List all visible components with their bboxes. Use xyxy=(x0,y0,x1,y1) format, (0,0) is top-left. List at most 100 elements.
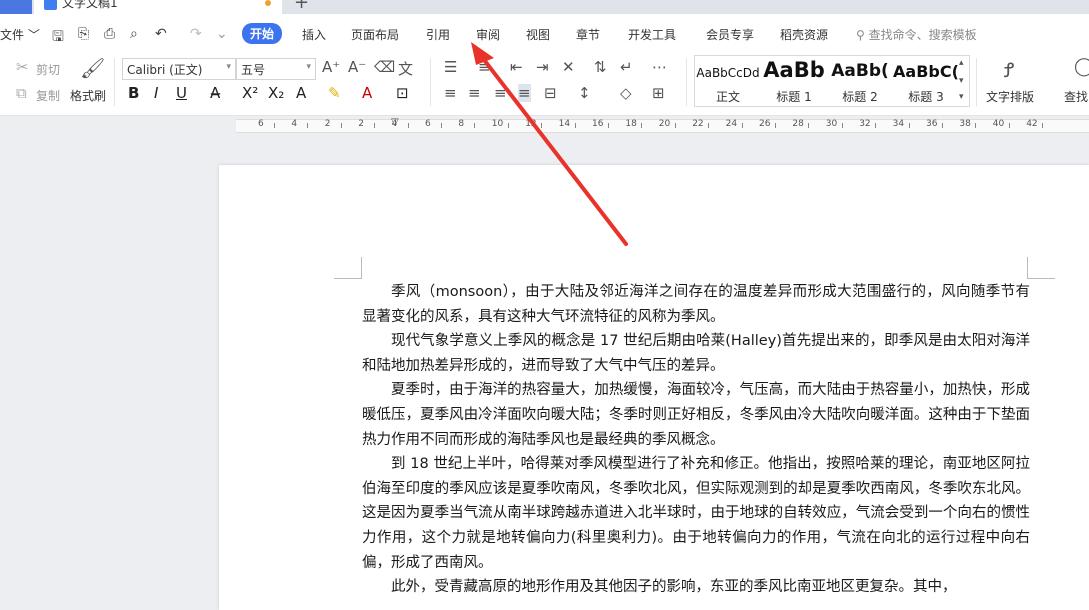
styles-gallery: AaBbCcDd 正文 AaBb 标题 1 AaBb( 标题 2 AaBbC( … xyxy=(694,55,970,107)
show-marks-icon[interactable]: ↵ xyxy=(620,58,633,76)
text-layout-button[interactable]: 文字排版 xyxy=(986,88,1034,105)
distributed-icon[interactable]: ⊟ xyxy=(544,84,557,102)
tab-review[interactable]: 审阅 xyxy=(476,26,500,43)
tab-insert[interactable]: 插入 xyxy=(302,26,326,43)
quick-access-dropdown-icon[interactable]: ⌄ xyxy=(216,26,228,42)
ruler-tick xyxy=(808,123,810,128)
clear-format-icon[interactable]: ⌫ xyxy=(374,58,395,76)
style-preview: AaBbCcDd xyxy=(696,66,760,80)
styles-scroll-down-icon[interactable]: ▾ xyxy=(959,76,964,86)
ruler-tick xyxy=(441,123,442,128)
style-label: 标题 3 xyxy=(908,90,944,104)
ruler-tick xyxy=(975,123,977,128)
styles-scroll-up-icon[interactable]: ▴ xyxy=(959,58,964,68)
ruler-label: 38 xyxy=(959,119,971,129)
font-size-value: 五号 xyxy=(241,63,266,77)
ruler-tick xyxy=(1042,123,1044,128)
ruler-tick xyxy=(775,123,776,128)
ribbon-divider xyxy=(686,58,687,106)
underline-icon[interactable]: U xyxy=(176,84,187,102)
tab-docer-resources[interactable]: 稻壳资源 xyxy=(780,26,828,43)
home-tab[interactable] xyxy=(0,0,32,14)
paragraph[interactable]: 夏季时，由于海洋的热容量大，加热缓慢，海面较冷，气压高，而大陆由于热容量小，加热… xyxy=(362,378,1030,452)
ruler-label: 2 xyxy=(358,119,364,129)
styles-more-icon[interactable]: ▾ xyxy=(959,92,964,102)
ruler-label: 36 xyxy=(926,119,938,129)
grow-font-icon[interactable]: A⁺ xyxy=(322,58,340,76)
decrease-indent-icon[interactable]: ⇤ xyxy=(510,58,523,76)
numbered-list-icon[interactable]: ≡ xyxy=(478,58,491,76)
highlight-icon[interactable]: ✎ xyxy=(328,84,341,102)
tab-section[interactable]: 章节 xyxy=(576,26,600,43)
command-search[interactable]: ⚲ 查找命令、搜索模板 xyxy=(856,26,977,43)
style-heading-3[interactable]: AaBbC( 标题 3 xyxy=(893,56,959,106)
ruler-label: 6 xyxy=(258,119,264,129)
chinese-layout-icon[interactable]: ✕ xyxy=(562,58,575,76)
tab-developer-tools[interactable]: 开发工具 xyxy=(628,26,676,43)
document-page[interactable]: 季风（monsoon），由于大陆及邻近海洋之间存在的温度差异而形成大范围盛行的，… xyxy=(219,165,1089,610)
paragraph[interactable]: 季风（monsoon），由于大陆及邻近海洋之间存在的温度差异而形成大范围盛行的，… xyxy=(362,280,1030,329)
print-preview-icon[interactable]: ⌕ xyxy=(130,26,138,42)
font-color-icon[interactable]: A xyxy=(362,84,372,102)
align-right-icon[interactable]: ≡ xyxy=(494,84,507,102)
sort-icon[interactable]: ⇅ xyxy=(594,58,607,76)
undo-icon[interactable]: ↶ xyxy=(155,26,167,42)
style-heading-2[interactable]: AaBb( 标题 2 xyxy=(827,56,893,106)
paragraph[interactable]: 现代气象学意义上季风的概念是 17 世纪后期由哈莱(Halley)首先提出来的，… xyxy=(362,329,1030,378)
borders-icon[interactable]: ⊞ xyxy=(652,84,665,102)
tab-page-layout[interactable]: 页面布局 xyxy=(351,26,399,43)
align-center-icon[interactable]: ≡ xyxy=(468,84,481,102)
save-icon[interactable]: 🖫 xyxy=(52,26,64,50)
cut-button[interactable]: 剪切 xyxy=(36,61,60,78)
style-heading-1[interactable]: AaBb 标题 1 xyxy=(761,56,827,106)
line-spacing-icon[interactable]: ↕ xyxy=(578,84,591,102)
tab-stop-icon[interactable]: ⋯ xyxy=(652,58,667,76)
subscript-icon[interactable]: X₂ xyxy=(268,84,284,102)
format-painter-button[interactable]: 格式刷 xyxy=(70,87,106,104)
ribbon-toolbar: ✂ 剪切 ⧉ 复制 🖌 格式刷 Calibri (正文) ▾ 五号 ▾ A⁺ A⁻ … xyxy=(0,52,1089,116)
font-size-select[interactable]: 五号 ▾ xyxy=(236,58,316,80)
ruler-tick xyxy=(741,123,743,128)
character-border-icon[interactable]: ⊡ xyxy=(396,84,409,102)
style-normal[interactable]: AaBbCcDd 正文 xyxy=(695,56,761,106)
shrink-font-icon[interactable]: A⁻ xyxy=(348,58,366,76)
style-label: 标题 1 xyxy=(776,90,812,104)
find-button[interactable]: 查找 xyxy=(1064,88,1088,105)
align-left-icon[interactable]: ≡ xyxy=(444,84,457,102)
bullet-list-icon[interactable]: ☰ xyxy=(444,58,457,76)
justify-icon[interactable]: ≡ xyxy=(518,84,531,102)
print-icon[interactable]: ⎙ xyxy=(104,26,115,42)
paragraph[interactable]: 此外，受青藏高原的地形作用及其他因子的影响，东亚的季风比南亚地区更复杂。其中， xyxy=(362,575,1030,600)
new-tab-plus-icon[interactable]: + xyxy=(294,0,309,13)
superscript-icon[interactable]: X² xyxy=(242,84,258,102)
ruler-label: 42 xyxy=(1026,119,1038,129)
paragraph[interactable]: 到 18 世纪上半叶，哈得莱对季风模型进行了补充和修正。他指出，按照哈莱的理论，… xyxy=(362,452,1030,575)
ruler-label: 40 xyxy=(992,119,1005,129)
ruler-tick xyxy=(574,123,576,128)
copy-button[interactable]: 复制 xyxy=(36,87,60,104)
tab-home[interactable]: 开始 xyxy=(242,23,283,44)
ruler-label: 16 xyxy=(592,119,604,129)
tab-references[interactable]: 引用 xyxy=(426,26,450,43)
strikethrough-icon[interactable]: A̶ xyxy=(210,84,220,102)
file-menu[interactable]: 文件 ﹀ xyxy=(0,26,40,43)
document-icon xyxy=(44,0,57,10)
file-menu-label: 文件 xyxy=(0,28,25,42)
text-effects-icon[interactable]: A xyxy=(296,84,306,102)
export-pdf-icon[interactable]: ⎘ xyxy=(78,26,89,42)
style-label: 标题 2 xyxy=(842,90,878,104)
tab-view[interactable]: 视图 xyxy=(526,26,550,43)
font-name-select[interactable]: Calibri (正文) ▾ xyxy=(122,58,236,80)
bold-icon[interactable]: B xyxy=(128,84,139,102)
redo-icon[interactable]: ↷ xyxy=(190,26,202,42)
ruler-label: 26 xyxy=(759,119,771,129)
tab-member[interactable]: 会员专享 xyxy=(706,26,754,43)
ruler-tick xyxy=(875,123,877,128)
increase-indent-icon[interactable]: ⇥ xyxy=(536,58,549,76)
document-body[interactable]: 季风（monsoon），由于大陆及邻近海洋之间存在的温度差异而形成大范围盛行的，… xyxy=(362,280,1030,600)
ribbon-divider xyxy=(976,58,977,106)
shading-icon[interactable]: ◇ xyxy=(620,84,632,102)
italic-icon[interactable]: I xyxy=(154,84,158,102)
text-layout-icon: Ꝭ xyxy=(1004,58,1015,82)
phonetic-guide-icon[interactable]: 文 xyxy=(398,58,413,79)
